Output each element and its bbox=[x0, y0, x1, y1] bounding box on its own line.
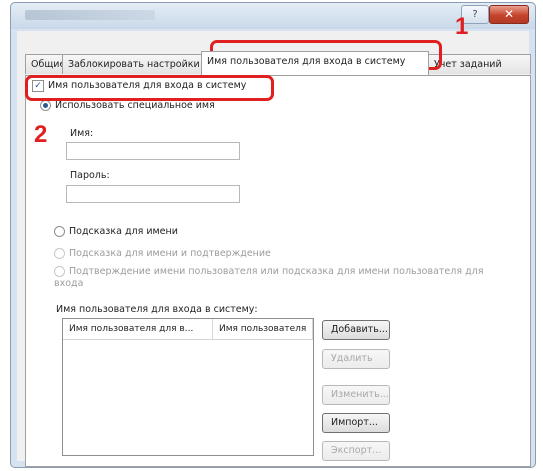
radio-confirm-or-prompt bbox=[54, 266, 65, 277]
login-user-list-header: Имя пользователя для в... Имя пользовате… bbox=[63, 319, 313, 340]
radio-name-prompt-confirm bbox=[54, 248, 65, 259]
delete-button: Удалить bbox=[322, 349, 390, 369]
radio-name-prompt-confirm-row: Подсказка для имени и подтверждение bbox=[54, 248, 271, 259]
list-column-login-name[interactable]: Имя пользователя для в... bbox=[63, 319, 213, 339]
import-button[interactable]: Импорт... bbox=[322, 413, 390, 433]
password-field[interactable] bbox=[66, 185, 240, 203]
name-field[interactable] bbox=[66, 142, 240, 160]
step-number-1: 1 bbox=[455, 13, 469, 40]
radio-confirm-or-prompt-label: Подтверждение имени пользователя или под… bbox=[54, 266, 484, 289]
tab-login-user-name[interactable]: Имя пользователя для входа в систему bbox=[201, 51, 429, 75]
login-enable-checkbox-row[interactable]: ✓ Имя пользователя для входа в систему bbox=[32, 78, 246, 94]
radio-custom-name-label: Использовать специальное имя bbox=[55, 100, 215, 111]
tab-general[interactable]: Общие bbox=[25, 54, 63, 74]
name-label: Имя: bbox=[70, 128, 94, 139]
login-enable-checkbox-label: Имя пользователя для входа в систему bbox=[48, 80, 247, 91]
step-number-2: 2 bbox=[34, 121, 48, 148]
login-enable-checkbox[interactable]: ✓ bbox=[32, 80, 44, 92]
window-title bbox=[25, 10, 155, 20]
export-button: Экспорт... bbox=[322, 441, 390, 461]
radio-name-prompt-label: Подсказка для имени bbox=[69, 226, 178, 237]
tab-job-accounting[interactable]: Учет заданий bbox=[428, 54, 531, 74]
add-button[interactable]: Добавить... bbox=[322, 320, 390, 340]
login-user-list[interactable]: Имя пользователя для в... Имя пользовате… bbox=[62, 318, 314, 456]
close-button[interactable]: ✕ bbox=[489, 5, 529, 24]
radio-name-prompt[interactable] bbox=[54, 226, 65, 237]
login-list-label: Имя пользователя для входа в систему: bbox=[56, 304, 258, 315]
radio-name-prompt-row[interactable]: Подсказка для имени bbox=[54, 226, 178, 237]
radio-name-prompt-confirm-label: Подсказка для имени и подтверждение bbox=[69, 248, 271, 259]
radio-custom-name-row[interactable]: Использовать специальное имя bbox=[40, 100, 215, 111]
radio-custom-name[interactable] bbox=[40, 100, 51, 111]
tab-lock-settings[interactable]: Заблокировать настройки bbox=[62, 54, 202, 74]
tab-strip: Общие Заблокировать настройки Имя пользо… bbox=[25, 51, 531, 75]
password-label: Пароль: bbox=[70, 170, 110, 181]
radio-confirm-or-prompt-row: Подтверждение имени пользователя или под… bbox=[54, 266, 514, 290]
list-column-user-name[interactable]: Имя пользователя bbox=[213, 319, 313, 339]
edit-button: Изменить... bbox=[322, 385, 390, 405]
